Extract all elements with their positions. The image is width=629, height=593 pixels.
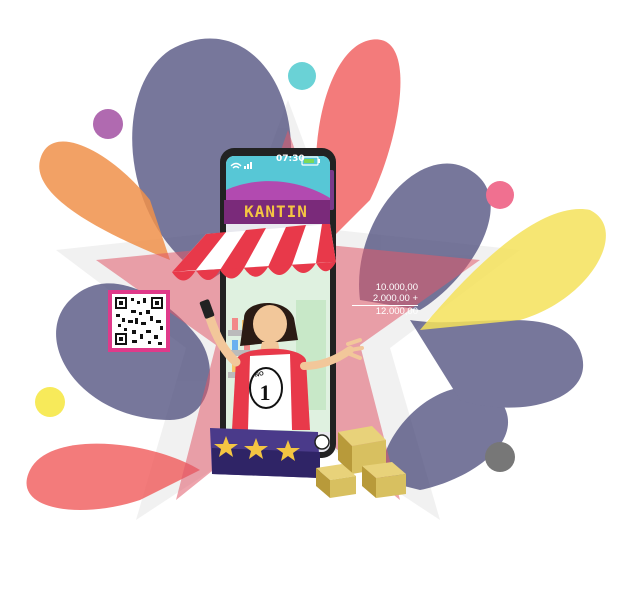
calc-line-2: 2.000,00 + <box>372 293 418 304</box>
dot-pink <box>486 181 514 209</box>
calc-line-1: 10.000,00 <box>375 282 418 293</box>
illustration-svg <box>26 38 606 520</box>
calc-total: 12.000,00 <box>352 305 418 317</box>
dot-purple <box>93 109 123 139</box>
dot-yellow <box>35 387 65 417</box>
qr-code-icon <box>108 290 170 352</box>
illustration: 07:30 KANTIN 10.000,00 2.000,00 + 12.000… <box>0 0 629 588</box>
dot-gray <box>485 442 515 472</box>
store-sign: KANTIN <box>244 202 308 221</box>
dot-teal <box>288 62 316 90</box>
phone-clock: 07:30 <box>276 154 305 164</box>
calculation-note: 10.000,00 2.000,00 + 12.000,00 <box>352 282 418 317</box>
badge-number: 1 <box>259 380 271 405</box>
